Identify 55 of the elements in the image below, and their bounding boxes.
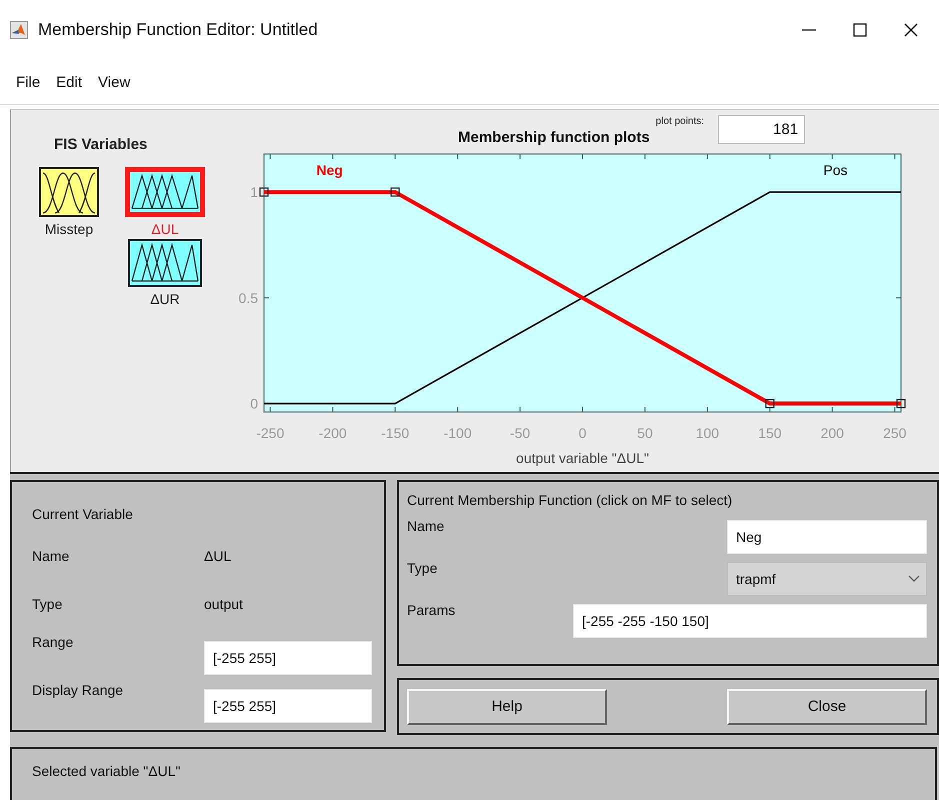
close-icon [902, 21, 920, 39]
field-label: Range [32, 634, 74, 650]
app-icon [10, 21, 28, 39]
x-tick-label: 50 [637, 425, 653, 441]
y-tick-label: 1 [250, 184, 258, 200]
x-tick-label: 150 [758, 425, 782, 441]
menu-item[interactable]: View [92, 72, 136, 92]
x-tick-label: -100 [444, 425, 472, 441]
variable-tile[interactable] [128, 239, 202, 287]
field-value: ΔUL [204, 548, 232, 564]
panel-title: Current Membership Function (click on MF to select) [407, 492, 734, 508]
input-field[interactable]: [-255 -255 -150 150] [573, 604, 927, 638]
plot-points-field[interactable]: 181 [718, 115, 806, 144]
field-label: Display Range [32, 682, 124, 698]
x-tick-label: 250 [883, 425, 906, 441]
plot-points-label: plot points: [656, 116, 704, 127]
dialog-button[interactable]: Close [727, 688, 927, 724]
field-label: Type [32, 596, 64, 612]
menu-item[interactable]: Edit [50, 72, 88, 92]
field-label: Name [407, 518, 444, 534]
minimize-icon [800, 29, 818, 31]
field-label: Params [407, 602, 456, 618]
variable-tile[interactable] [125, 167, 205, 217]
x-tick-label: 200 [820, 425, 844, 441]
x-tick-label: -150 [381, 425, 410, 441]
field-value: output [204, 596, 244, 612]
chart-title: Membership function plots [458, 129, 650, 146]
variable-label: ΔUR [150, 291, 180, 307]
dialog-button[interactable]: Help [407, 688, 607, 724]
input-field[interactable]: [-255 255] [204, 641, 372, 675]
input-field[interactable]: [-255 255] [204, 689, 372, 723]
x-tick-label: 0 [578, 425, 586, 441]
curve-label: Neg [316, 162, 343, 178]
x-tick-label: -50 [510, 425, 530, 441]
window-title: Membership Function Editor: Untitled [38, 20, 319, 40]
x-tick-label: 100 [696, 425, 720, 441]
chevron-icon [908, 575, 920, 583]
panel-title: Current Variable [32, 506, 134, 522]
variable-tile[interactable] [39, 167, 99, 217]
x-tick-label: -250 [256, 425, 284, 441]
curve-label: Pos [823, 162, 848, 178]
input-field[interactable]: Neg [727, 520, 927, 554]
x-axis-label: output variable "ΔUL" [516, 450, 649, 466]
variable-label: ΔUL [151, 221, 179, 237]
field-label: Name [32, 548, 70, 564]
field-label: Type [407, 560, 438, 576]
type-dropdown[interactable]: trapmf [727, 562, 927, 596]
y-tick-label: 0 [250, 396, 258, 412]
y-tick-label: 0.5 [238, 290, 258, 306]
maximize-icon [851, 21, 869, 39]
status-bar: Selected variable "ΔUL" [10, 747, 937, 800]
x-tick-label: -200 [318, 425, 347, 441]
menu-item[interactable]: File [10, 72, 46, 92]
variable-label: Misstep [44, 221, 94, 237]
section-title: FIS Variables [54, 136, 148, 153]
